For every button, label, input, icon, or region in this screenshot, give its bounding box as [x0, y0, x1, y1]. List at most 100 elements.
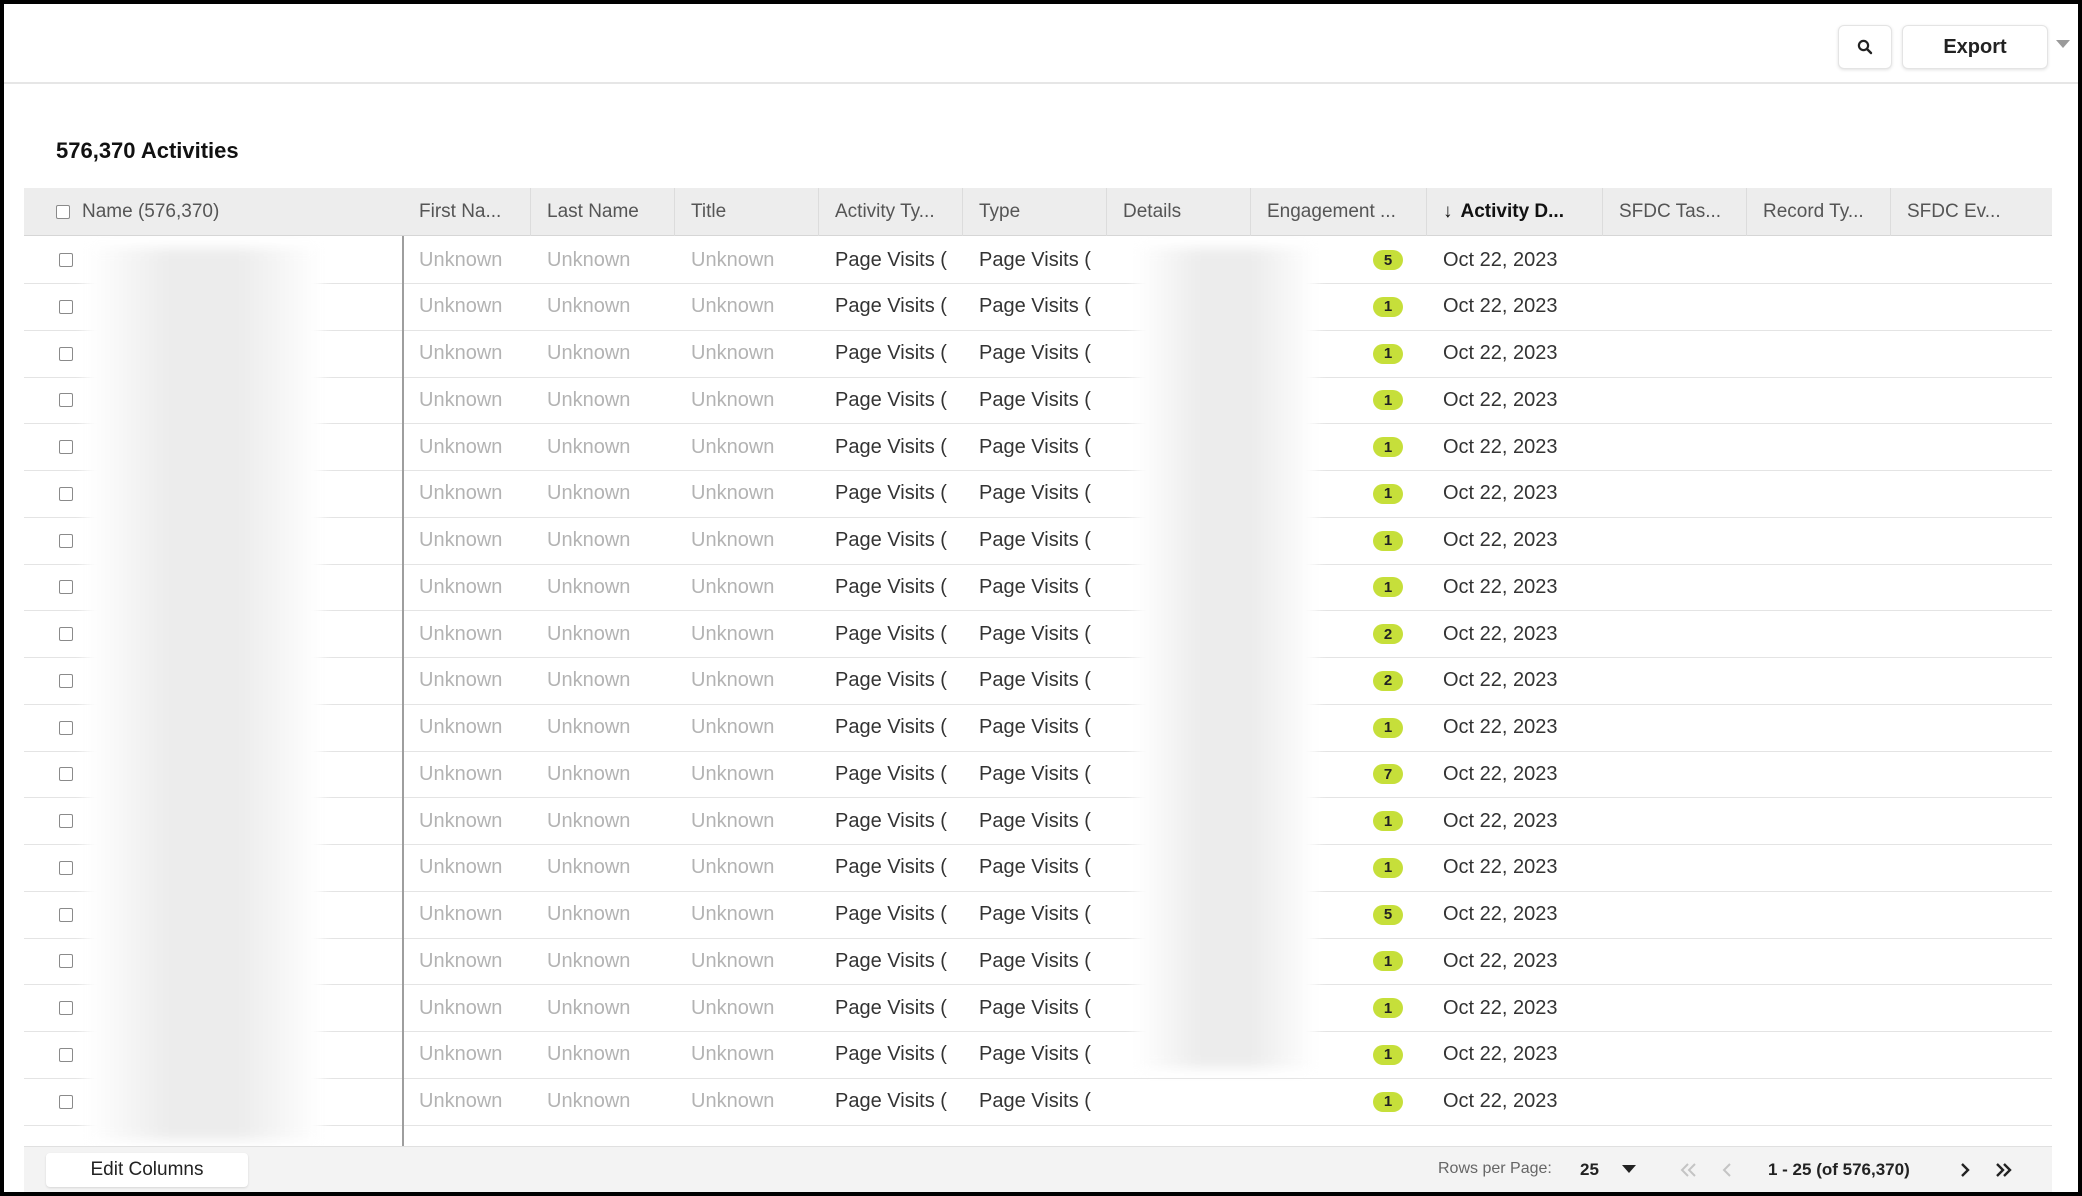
row-checkbox[interactable]: [59, 533, 73, 548]
cell-type: Page Visits (: [979, 435, 1091, 458]
table-row[interactable]: Unknown Unknown Unknown Page Visits (Page V…: [24, 938, 2052, 986]
column-header-label: Activity D...: [1460, 201, 1564, 222]
table-row[interactable]: Unknown Unknown Unknown Page Visits (Page V…: [24, 471, 2052, 518]
row-checkbox[interactable]: [59, 860, 73, 875]
cell-first-name: Unknown: [419, 949, 503, 972]
row-checkbox-cell: [24, 237, 84, 283]
column-header-sfdc-event[interactable]: SFDC Ev...: [1891, 188, 2052, 236]
column-header-last-name[interactable]: Last Name: [531, 188, 675, 236]
last-page-button[interactable]: [1986, 1153, 2020, 1187]
row-checkbox[interactable]: [59, 440, 73, 454]
table-row[interactable]: Unknown Unknown Unknown Page Visits (Page V…: [24, 564, 2052, 612]
cell-first-name: Unknown: [419, 996, 503, 1019]
row-checkbox[interactable]: [59, 486, 73, 501]
row-checkbox[interactable]: [59, 299, 73, 314]
engagement-badge: 1: [1373, 857, 1403, 878]
next-page-button[interactable]: [1948, 1153, 1982, 1187]
cell-activity-date: Oct 22, 2023: [1443, 529, 1558, 551]
pagination-range: 1 - 25 (of 576,370): [1768, 1160, 1910, 1179]
select-all-checkbox[interactable]: [56, 205, 70, 219]
table-row[interactable]: Unknown Unknown Unknown Page Visits (Page V…: [24, 751, 2052, 799]
table-row[interactable]: Unknown Unknown Unknown Page Visits (Page V…: [24, 331, 2052, 378]
table-row[interactable]: Unknown Unknown Unknown Page Visits (Page V…: [24, 658, 2052, 705]
row-checkbox[interactable]: [59, 1047, 73, 1062]
first-page-button[interactable]: [1672, 1153, 1706, 1187]
table-row[interactable]: Unknown Unknown Unknown Page Visits (Page V…: [24, 1032, 2052, 1079]
table-row[interactable]: Unknown Unknown Unknown Page Visits (Page V…: [24, 518, 2052, 565]
cell-activity-type: Page Visits (: [835, 809, 947, 832]
engagement-badge: 1: [1373, 437, 1403, 457]
row-checkbox[interactable]: [59, 1001, 73, 1015]
cell-activity-date: Oct 22, 2023: [1443, 1043, 1558, 1066]
cell-type: Page Visits (: [979, 903, 1091, 925]
cell-last-name: Unknown: [547, 529, 631, 551]
column-header-activity-type[interactable]: Activity Ty...: [819, 188, 963, 236]
table-row[interactable]: Unknown Unknown Unknown Page Visits (Page V…: [24, 377, 2052, 425]
column-header-title[interactable]: Title: [675, 188, 819, 236]
rows-per-page-select[interactable]: 25: [1580, 1153, 1662, 1187]
cell-last-name: Unknown: [547, 856, 631, 879]
cell-type: Page Visits (: [979, 809, 1091, 832]
cell-type: Page Visits (: [979, 669, 1091, 692]
column-header-label: Details: [1123, 201, 1182, 222]
column-header-name[interactable]: Name (576,370): [24, 188, 403, 236]
column-header-label: SFDC Tas...: [1619, 201, 1722, 222]
cell-title: Unknown: [691, 529, 775, 551]
cell-activity-type: Page Visits (: [835, 388, 947, 411]
row-checkbox-cell: [24, 564, 84, 610]
column-header-engagement[interactable]: Engagement ...: [1251, 188, 1427, 236]
redacted-names: [86, 248, 322, 1140]
table-row[interactable]: Unknown Unknown Unknown Page Visits (Page V…: [24, 284, 2052, 331]
chevron-down-icon[interactable]: [1622, 1165, 1636, 1173]
table-row[interactable]: Unknown Unknown Unknown Page Visits (Page V…: [24, 985, 2052, 1032]
column-header-sfdc-task[interactable]: SFDC Tas...: [1603, 188, 1747, 236]
table-row[interactable]: Unknown Unknown Unknown Page Visits (Page V…: [24, 705, 2052, 752]
row-checkbox[interactable]: [59, 673, 73, 688]
engagement-badge: 2: [1373, 670, 1403, 691]
column-header-activity-date[interactable]: ↓ Activity D...: [1427, 188, 1603, 236]
edit-columns-button[interactable]: Edit Columns: [46, 1153, 248, 1187]
column-header-type[interactable]: Type: [963, 188, 1107, 236]
export-button[interactable]: Export: [1902, 25, 2048, 69]
table-row[interactable]: Unknown Unknown Unknown Page Visits (Page V…: [24, 1079, 2052, 1126]
row-checkbox[interactable]: [59, 580, 73, 595]
table-row[interactable]: Unknown Unknown Unknown Page Visits (Page V…: [24, 798, 2052, 845]
table-row[interactable]: Unknown Unknown Unknown Page Visits (Page V…: [24, 237, 2052, 284]
column-header-details[interactable]: Details: [1107, 188, 1251, 236]
search-button[interactable]: [1838, 25, 1892, 69]
row-checkbox[interactable]: [59, 720, 73, 735]
row-checkbox[interactable]: [59, 346, 73, 361]
pinned-column-divider[interactable]: [402, 236, 404, 1146]
cell-activity-date: Oct 22, 2023: [1443, 809, 1558, 832]
row-checkbox-cell: [24, 284, 84, 330]
row-checkbox[interactable]: [59, 907, 73, 922]
row-checkbox[interactable]: [59, 814, 73, 828]
cell-title: Unknown: [691, 435, 775, 458]
cell-activity-date: Oct 22, 2023: [1443, 996, 1558, 1019]
table-row[interactable]: Unknown Unknown Unknown Page Visits (Page V…: [24, 892, 2052, 939]
table-footer: Edit Columns Rows per Page: 25 1 - 25 (o…: [24, 1146, 2052, 1192]
column-header-record-type[interactable]: Record Ty...: [1747, 188, 1891, 236]
table-row[interactable]: Unknown Unknown Unknown Page Visits (Page V…: [24, 424, 2052, 471]
cell-activity-date: Oct 22, 2023: [1443, 388, 1558, 411]
row-checkbox[interactable]: [59, 767, 73, 782]
row-checkbox[interactable]: [59, 627, 73, 641]
column-header-label: Engagement ...: [1267, 201, 1396, 222]
row-checkbox[interactable]: [59, 393, 73, 408]
cell-type: Page Visits (: [979, 248, 1091, 271]
row-checkbox[interactable]: [59, 954, 73, 969]
cell-last-name: Unknown: [547, 248, 631, 271]
cell-activity-type: Page Visits (: [835, 903, 947, 925]
activities-table: Name (576,370) First Na... Last Name Tit…: [24, 188, 2052, 1146]
column-header-first-name[interactable]: First Na...: [403, 188, 531, 236]
row-checkbox[interactable]: [59, 253, 73, 267]
cell-last-name: Unknown: [547, 388, 631, 411]
table-row[interactable]: Unknown Unknown Unknown Page Visits (Page V…: [24, 845, 2052, 892]
export-dropdown-chevron-icon[interactable]: [2056, 40, 2070, 48]
table-row[interactable]: Unknown Unknown Unknown Page Visits (Page V…: [24, 611, 2052, 658]
previous-page-button[interactable]: [1710, 1153, 1744, 1187]
cell-title: Unknown: [691, 669, 775, 692]
cell-title: Unknown: [691, 996, 775, 1019]
cell-title: Unknown: [691, 716, 775, 738]
row-checkbox[interactable]: [59, 1094, 73, 1109]
